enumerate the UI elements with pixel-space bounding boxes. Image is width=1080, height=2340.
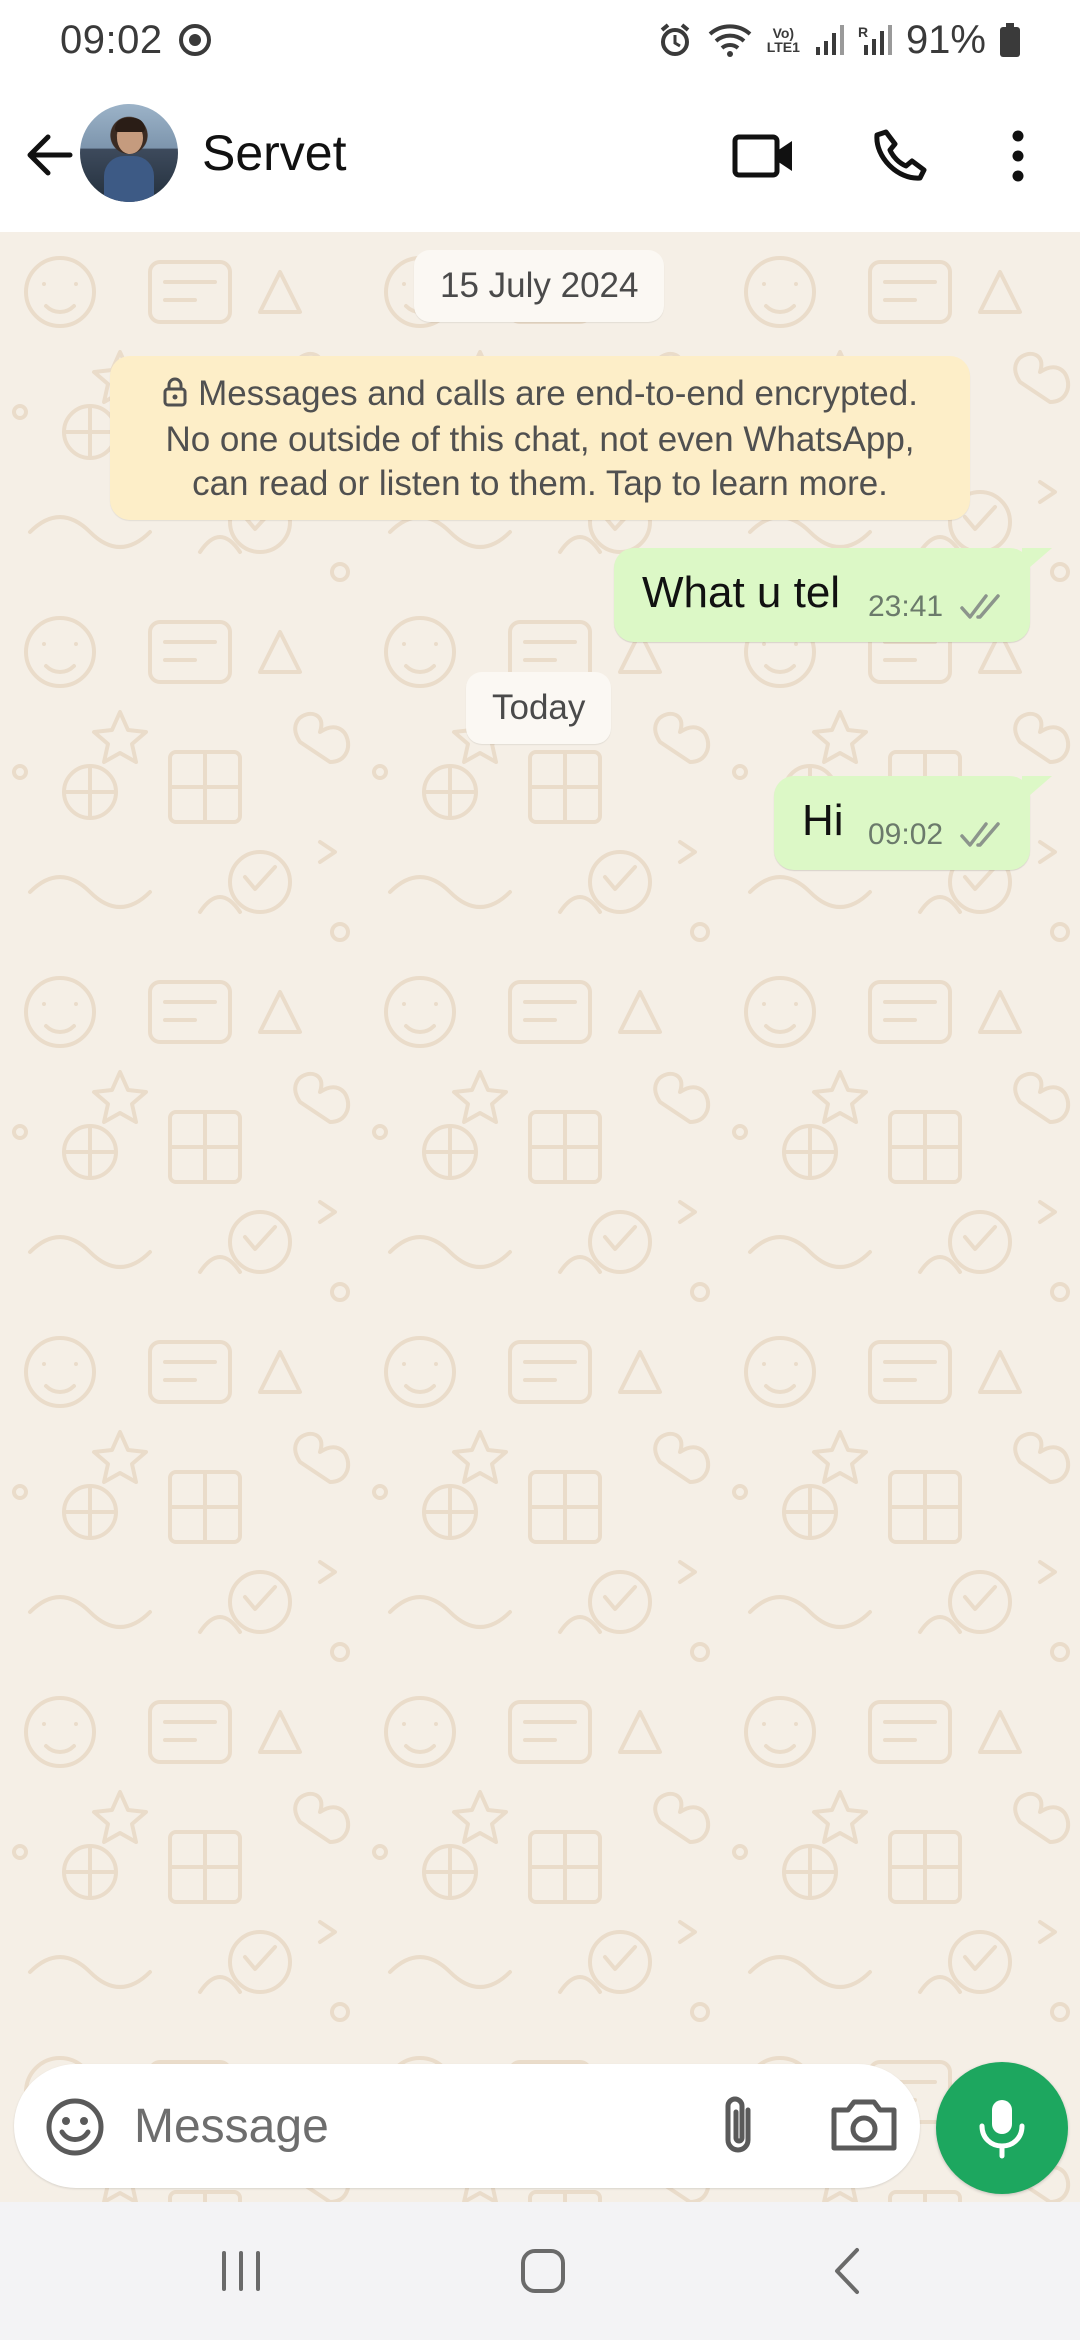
signal-icon-2: R (858, 23, 892, 57)
system-nav-bar (0, 2202, 1080, 2340)
video-call-icon[interactable] (722, 114, 806, 198)
phone-icon[interactable] (858, 114, 942, 198)
nav-back-icon[interactable] (812, 2236, 882, 2306)
contact-name[interactable]: Servet (202, 124, 347, 182)
status-time: 09:02 (60, 17, 163, 62)
back-arrow-icon[interactable] (18, 125, 78, 185)
message-text: Hi (802, 796, 844, 845)
message-composer (14, 2064, 920, 2188)
volte-badge: Vo) LTE1 (766, 25, 800, 55)
camera-icon[interactable] (826, 2092, 902, 2160)
alarm-icon (657, 22, 693, 58)
message-text: What u tel (642, 568, 841, 617)
bubble-tail (1022, 776, 1052, 802)
whatsapp-chat-screen: 09:02 Vo) LTE1 R 91% Servet 15 July 2024… (0, 0, 1080, 2340)
recent-apps-icon[interactable] (206, 2236, 276, 2306)
date-chip: Today (466, 672, 612, 744)
emoji-icon[interactable] (40, 2092, 110, 2162)
lock-icon (162, 374, 188, 418)
outgoing-message[interactable]: What u tel 23:41 (614, 548, 1052, 642)
avatar[interactable] (80, 104, 178, 202)
signal-icon-1 (814, 23, 844, 57)
encryption-notice[interactable]: Messages and calls are end-to-end encryp… (110, 356, 970, 520)
double-check-icon (960, 822, 1000, 847)
microphone-icon (979, 2100, 1025, 2159)
notice-line-3: can read or listen to them. Tap to learn… (192, 464, 888, 503)
sync-icon (177, 22, 213, 58)
date-chip: 15 July 2024 (414, 250, 665, 322)
attachment-icon[interactable] (704, 2090, 774, 2162)
outgoing-message[interactable]: Hi 09:02 (774, 776, 1052, 870)
double-check-icon (960, 594, 1000, 619)
message-time: 23:41 (868, 590, 944, 623)
microphone-button[interactable] (936, 2062, 1068, 2194)
battery-icon (1000, 23, 1020, 57)
chat-area[interactable]: 15 July 2024 Messages and calls are end-… (0, 232, 1080, 2202)
message-input[interactable] (134, 2086, 694, 2166)
notice-line-1: Messages and calls are end-to-end encryp… (198, 374, 918, 413)
status-bar: 09:02 Vo) LTE1 R 91% (0, 0, 1080, 80)
notice-line-2: No one outside of this chat, not even Wh… (165, 420, 915, 459)
home-icon[interactable] (508, 2236, 578, 2306)
more-options-icon[interactable] (976, 114, 1060, 198)
chat-wallpaper (0, 232, 1080, 2202)
bubble-tail (1022, 548, 1052, 574)
chat-header: Servet (0, 80, 1080, 232)
wifi-icon (707, 22, 753, 58)
battery-percent: 91% (905, 17, 986, 62)
svg-text:R: R (858, 24, 868, 40)
message-time: 09:02 (868, 818, 944, 851)
